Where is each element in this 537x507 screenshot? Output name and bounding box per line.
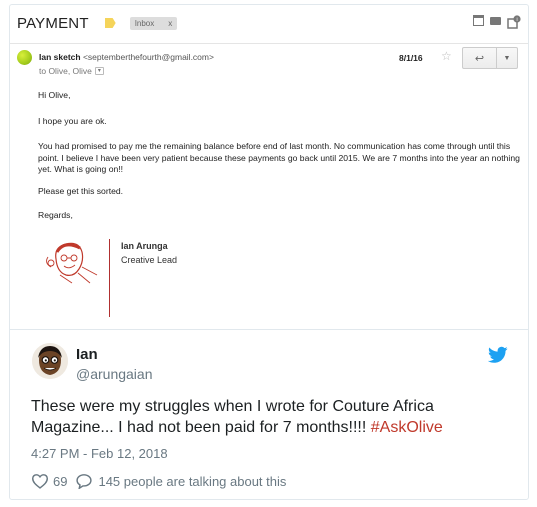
sender-name: Ian sketch — [39, 52, 81, 62]
header-divider — [10, 43, 528, 44]
svg-text:i: i — [516, 17, 517, 23]
star-icon[interactable]: ☆ — [441, 49, 452, 63]
email-paragraph: You had promised to pay me the remaining… — [38, 141, 520, 174]
email-subject: PAYMENT — [17, 14, 89, 32]
email-screenshot: PAYMENT Inbox x i Ian sketch <septembert… — [10, 5, 528, 330]
signature-sketch — [46, 242, 98, 284]
embedded-tweet-card: PAYMENT Inbox x i Ian sketch <septembert… — [9, 4, 529, 500]
recipients: to Olive, Olive — [39, 66, 92, 76]
inbox-chip-label: Inbox — [134, 18, 155, 28]
like-count: 69 — [53, 473, 68, 489]
archive-icon[interactable] — [473, 15, 484, 26]
tweet-timestamp[interactable]: 4:27 PM - Feb 12, 2018 — [31, 446, 168, 461]
tweet-actions: 69 145 people are talking about this — [31, 473, 286, 489]
signature-divider — [109, 239, 110, 317]
inbox-chip-close[interactable]: x — [168, 19, 172, 28]
more-icon: ▼ — [503, 54, 511, 62]
tweet-author-handle[interactable]: @arungaian — [76, 366, 153, 382]
inbox-chip[interactable]: Inbox x — [129, 16, 178, 30]
avatar[interactable] — [32, 343, 68, 379]
more-button[interactable]: ▼ — [496, 47, 518, 69]
email-top-icons: i — [473, 15, 521, 29]
comment-icon[interactable] — [75, 473, 93, 489]
print-icon[interactable] — [490, 16, 501, 25]
email-greeting: Hi Olive, — [38, 90, 71, 100]
signature-name: Ian Arunga — [121, 241, 168, 251]
signature-role: Creative Lead — [121, 255, 178, 265]
sender-avatar-icon — [17, 50, 32, 65]
email-date: 8/1/16 — [399, 53, 423, 63]
email-line-1: I hope you are ok. — [38, 116, 107, 126]
email-line-sort: Please get this sorted. — [38, 186, 124, 196]
subject-row: PAYMENT Inbox x — [17, 13, 178, 33]
chevron-down-icon[interactable]: ▾ — [94, 67, 104, 75]
hashtag-link[interactable]: #AskOlive — [371, 419, 443, 436]
sender-address: <septemberthefourth@gmail.com> — [82, 52, 214, 62]
twitter-bird-icon[interactable] — [488, 346, 508, 364]
heart-icon[interactable] — [31, 473, 49, 489]
sender-line: Ian sketch <septemberthefourth@gmail.com… — [39, 52, 214, 62]
recipient-line: to Olive, Olive ▾ — [39, 66, 104, 76]
label-icon — [104, 18, 116, 28]
new-window-icon[interactable]: i — [507, 15, 521, 29]
tweet-author-name[interactable]: Ian — [76, 346, 98, 363]
tweet-text: These were my struggles when I wrote for… — [31, 396, 511, 438]
reply-icon: ↩ — [474, 52, 485, 65]
reply-button[interactable]: ↩ — [462, 47, 497, 69]
talking-about-link[interactable]: 145 people are talking about this — [98, 474, 286, 489]
email-regards: Regards, — [38, 210, 73, 220]
